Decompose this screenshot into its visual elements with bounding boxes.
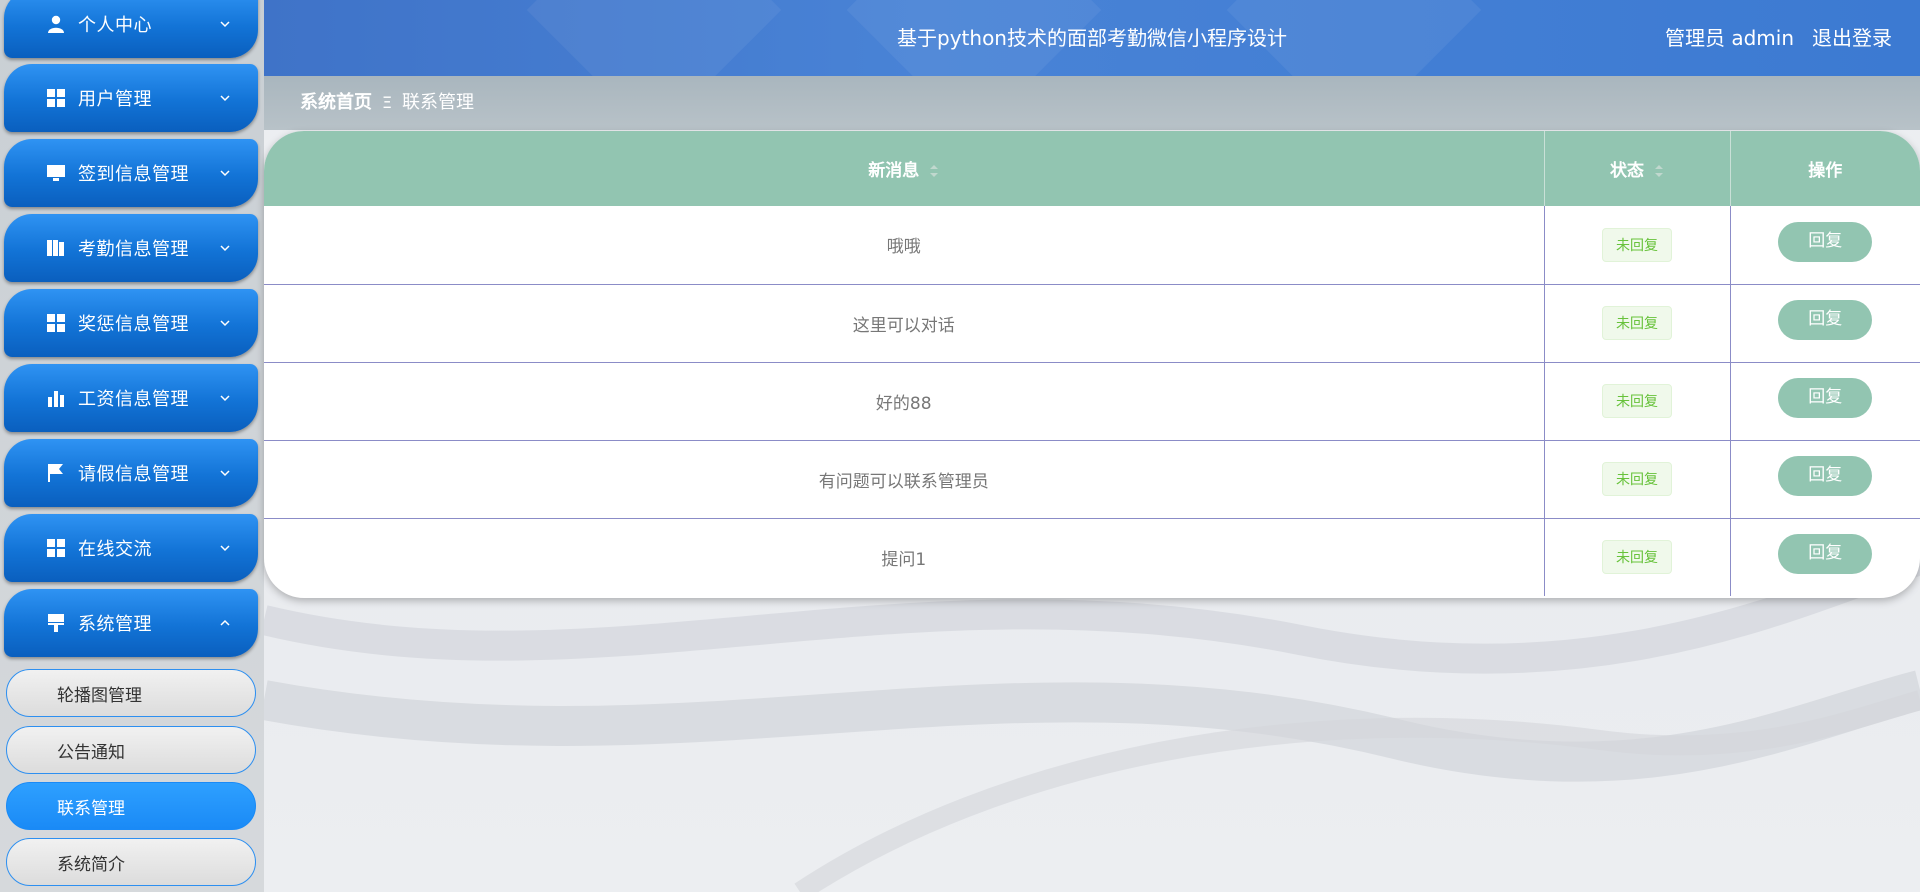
- column-header-message[interactable]: 新消息: [264, 131, 1545, 206]
- flag-icon: [44, 461, 68, 485]
- sidebar-item-system-management[interactable]: 系统管理: [4, 589, 258, 657]
- sidebar: 个人中心 用户管理 签到信息管理 考勤信息管理 奖惩信息管理 工资信息管理 请假…: [0, 0, 264, 892]
- breadcrumb-current: 联系管理: [402, 92, 474, 113]
- table-row: 哦哦 未回复 回复: [264, 206, 1920, 284]
- status-cell: 未回复: [1544, 517, 1731, 596]
- column-header-label: 新消息: [868, 161, 920, 181]
- sidebar-subitem-carousel[interactable]: 轮播图管理: [6, 669, 256, 717]
- status-cell: 未回复: [1544, 439, 1731, 518]
- message-cell: 有问题可以联系管理员: [264, 439, 1545, 518]
- message-cell: 好的88: [264, 361, 1545, 440]
- status-cell: 未回复: [1544, 361, 1731, 440]
- status-badge: 未回复: [1602, 227, 1672, 262]
- sidebar-item-label: 在线交流: [78, 539, 152, 560]
- sidebar-item-reward-management[interactable]: 奖惩信息管理: [4, 289, 258, 357]
- reply-button[interactable]: 回复: [1778, 221, 1873, 262]
- chevron-down-icon: [220, 320, 230, 327]
- column-header-status[interactable]: 状态: [1544, 131, 1731, 206]
- sidebar-subitem-announcements[interactable]: 公告通知: [6, 726, 256, 774]
- reply-button[interactable]: 回复: [1778, 300, 1873, 340]
- table-header-row: 新消息 状态 操作: [264, 131, 1920, 206]
- chevron-down-icon: [220, 245, 230, 252]
- table-row: 这里可以对话 未回复 回复: [264, 283, 1920, 362]
- sidebar-item-personal-center[interactable]: 个人中心: [4, 0, 258, 58]
- grid-icon: [44, 536, 68, 560]
- current-user: 管理员 admin: [1664, 26, 1794, 50]
- status-badge: 未回复: [1602, 306, 1672, 340]
- logout-button[interactable]: 退出登录: [1812, 0, 1892, 76]
- sidebar-subitem-contact-management[interactable]: 联系管理: [6, 782, 256, 830]
- sort-icon[interactable]: [929, 163, 939, 179]
- table-row: 有问题可以联系管理员 未回复 回复: [264, 439, 1920, 518]
- sidebar-item-label: 个人中心: [78, 15, 152, 36]
- status-badge: 未回复: [1602, 462, 1672, 496]
- sidebar-subitem-system-intro[interactable]: 系统简介: [6, 838, 256, 886]
- action-cell: 回复: [1730, 439, 1920, 518]
- table-row: 提问1 未回复 回复: [264, 517, 1920, 596]
- sidebar-item-user-management[interactable]: 用户管理: [4, 64, 258, 132]
- reply-button[interactable]: 回复: [1778, 534, 1873, 575]
- breadcrumb-home[interactable]: 系统首页: [300, 76, 372, 130]
- grid-icon: [44, 311, 68, 335]
- message-cell: 提问1: [264, 517, 1545, 596]
- message-cell: 这里可以对话: [264, 283, 1545, 362]
- chevron-down-icon: [220, 545, 230, 552]
- chevron-down-icon: [220, 21, 230, 28]
- status-cell: 未回复: [1544, 283, 1731, 362]
- sidebar-item-label: 考勤信息管理: [78, 239, 189, 260]
- action-cell: 回复: [1730, 283, 1920, 362]
- sidebar-item-label: 工资信息管理: [78, 389, 189, 410]
- chevron-down-icon: [220, 170, 230, 177]
- sidebar-item-online-chat[interactable]: 在线交流: [4, 514, 258, 582]
- sidebar-item-label: 请假信息管理: [78, 464, 189, 485]
- column-header-label: 状态: [1610, 161, 1645, 181]
- chevron-up-icon: [220, 619, 230, 626]
- messages-table: 新消息 状态 操作 哦哦 未回复 回复 这里可以对话 未回复 回复 好的88 未…: [264, 131, 1920, 598]
- action-cell: 回复: [1730, 206, 1920, 284]
- sidebar-item-attendance-management[interactable]: 考勤信息管理: [4, 214, 258, 282]
- sort-icon[interactable]: [1654, 163, 1664, 179]
- monitor-icon: [44, 161, 68, 185]
- table-row: 好的88 未回复 回复: [264, 361, 1920, 440]
- user-icon: [44, 12, 68, 36]
- bar-chart-icon: [44, 386, 68, 410]
- column-header-label: 操作: [1808, 161, 1843, 181]
- grid-icon: [44, 86, 68, 110]
- action-cell: 回复: [1730, 517, 1920, 596]
- status-cell: 未回复: [1544, 206, 1731, 284]
- action-cell: 回复: [1730, 361, 1920, 440]
- status-badge: 未回复: [1602, 540, 1672, 575]
- status-badge: 未回复: [1602, 384, 1672, 418]
- sidebar-item-leave-management[interactable]: 请假信息管理: [4, 439, 258, 507]
- chevron-down-icon: [220, 395, 230, 402]
- reply-button[interactable]: 回复: [1778, 378, 1873, 418]
- sidebar-item-checkin-management[interactable]: 签到信息管理: [4, 139, 258, 207]
- column-header-actions: 操作: [1730, 131, 1920, 206]
- chevron-down-icon: [220, 95, 230, 102]
- chevron-down-icon: [220, 470, 230, 477]
- sidebar-item-label: 系统管理: [78, 614, 152, 635]
- top-header: 基于python技术的面部考勤微信小程序设计 管理员 admin 退出登录: [264, 0, 1920, 76]
- reply-button[interactable]: 回复: [1778, 456, 1873, 496]
- breadcrumb: 系统首页 Ξ 联系管理: [264, 76, 1920, 130]
- book-icon: [44, 236, 68, 260]
- breadcrumb-separator: Ξ: [382, 93, 393, 112]
- sidebar-item-label: 奖惩信息管理: [78, 314, 189, 335]
- message-cell: 哦哦: [264, 206, 1545, 284]
- sidebar-item-salary-management[interactable]: 工资信息管理: [4, 364, 258, 432]
- sidebar-item-label: 签到信息管理: [78, 164, 189, 185]
- brush-icon: [44, 611, 68, 635]
- sidebar-item-label: 用户管理: [78, 89, 152, 110]
